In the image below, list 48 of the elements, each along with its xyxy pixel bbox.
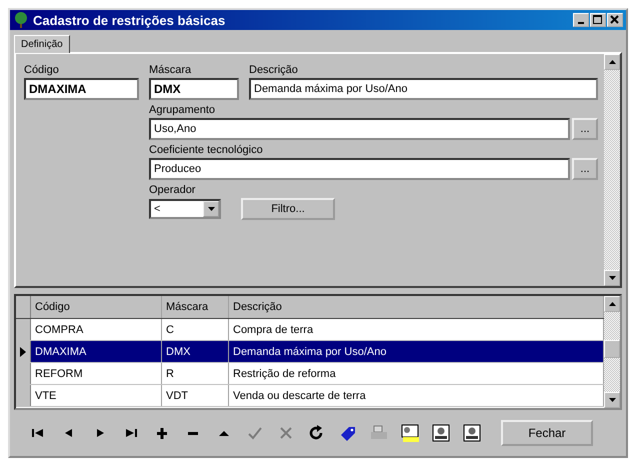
field-label: Código — [24, 64, 60, 76]
minimize-button[interactable] — [573, 13, 589, 27]
scroll-down-icon — [608, 276, 616, 280]
table-cell: C — [162, 319, 229, 340]
table-cell: COMPRA — [31, 319, 162, 340]
maximize-icon — [593, 15, 603, 25]
column-header[interactable]: Máscara — [162, 296, 229, 318]
current-row-icon — [20, 346, 26, 356]
column-header[interactable]: Código — [31, 296, 162, 318]
scrollbar[interactable] — [604, 54, 620, 286]
tree-icon — [13, 12, 29, 28]
scrollbar[interactable] — [604, 296, 620, 408]
scroll-down-icon — [608, 398, 616, 402]
table-cell: VTE — [31, 385, 162, 406]
input-field[interactable]: Demanda máxima por Uso/Ano — [249, 78, 598, 100]
table-cell: REFORM — [31, 363, 162, 384]
input-field[interactable]: Produceo — [149, 158, 570, 180]
field-label: Agrupamento — [149, 104, 216, 116]
field-label: Máscara — [149, 64, 192, 76]
table-cell: DMAXIMA — [31, 341, 162, 362]
field-label: Operador — [149, 184, 196, 196]
browse-button[interactable]: ... — [572, 118, 598, 140]
dropdown-arrow-icon — [208, 207, 214, 211]
table-row[interactable]: VTE VDT Venda ou descarte de terra — [16, 385, 604, 407]
close-icon — [610, 15, 620, 25]
minimize-icon — [578, 22, 584, 24]
scroll-up-icon — [608, 60, 616, 64]
scroll-thumb[interactable] — [604, 340, 620, 358]
table-row[interactable]: DMAXIMA DMX Demanda máxima por Uso/Ano — [16, 341, 604, 363]
maximize-button[interactable] — [590, 13, 606, 27]
filter-button[interactable]: Filtro... — [241, 198, 335, 220]
window-title: Cadastro de restrições básicas — [33, 12, 226, 28]
close-form-button[interactable]: Fechar — [501, 420, 593, 446]
input-field[interactable]: Uso,Ano — [149, 118, 570, 140]
tab[interactable]: Definição — [14, 35, 70, 53]
table-cell: Demanda máxima por Uso/Ano — [229, 341, 604, 362]
scroll-up-icon — [608, 302, 616, 306]
browse-button[interactable]: ... — [572, 158, 598, 180]
close-button[interactable] — [607, 13, 623, 27]
field-label: Descrição — [249, 64, 299, 76]
table-cell: R — [162, 363, 229, 384]
field-label: Coeficiente tecnológico — [149, 144, 264, 156]
table-cell: DMX — [162, 341, 229, 362]
table-cell: VDT — [162, 385, 229, 406]
operator-dropdown[interactable]: < — [149, 199, 221, 219]
input-field[interactable]: DMAXIMA — [24, 78, 139, 100]
table-row[interactable]: REFORM R Restrição de reforma — [16, 363, 604, 385]
input-field[interactable]: DMX — [149, 78, 239, 100]
